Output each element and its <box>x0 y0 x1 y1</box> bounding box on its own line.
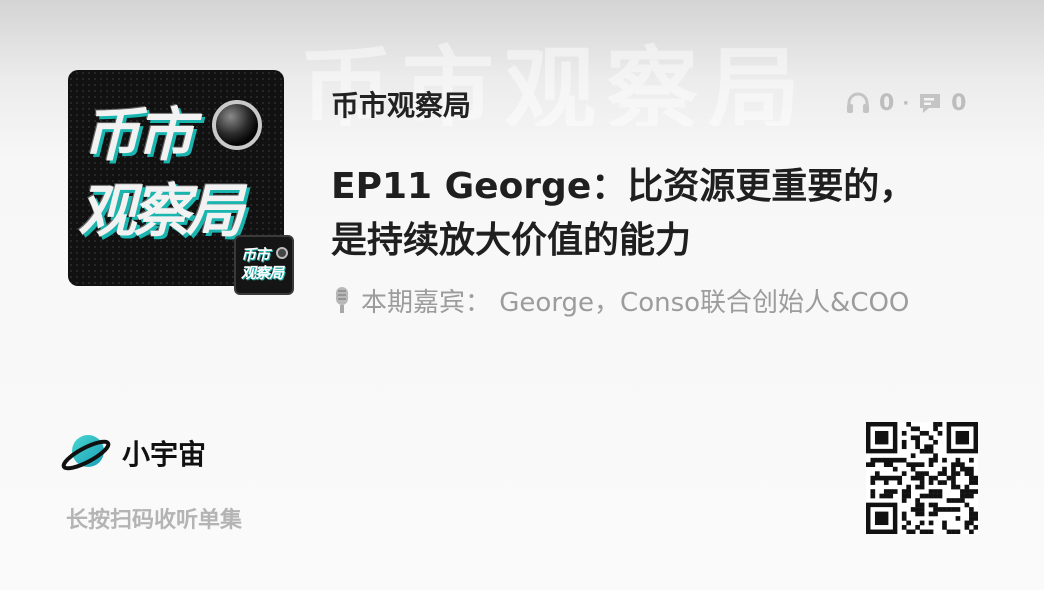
guest-info: 本期嘉宾： George，Conso联合创始人&COO <box>331 282 951 324</box>
cover-mini-badge: 币市 观察局 <box>234 235 294 295</box>
stats-separator: · <box>902 92 910 114</box>
episode-title[interactable]: EP11 George：比资源更重要的，是持续放大价值的能力 <box>331 160 931 268</box>
listen-count: 0 <box>879 90 895 116</box>
podcast-name[interactable]: 币市观察局 <box>331 84 471 124</box>
brand-logo: 小宇宙 <box>60 428 206 478</box>
badge-line-2: 观察局 <box>241 264 284 282</box>
brand-name: 小宇宙 <box>122 438 207 471</box>
cover-sphere-graphic <box>212 100 262 150</box>
share-card: 币市观察局 币市 观察局 币市 观察局 币市观察局 0 · 0 EP11 Geo… <box>0 0 1044 590</box>
badge-line-1: 币市 <box>241 246 270 264</box>
planet-logo-icon <box>60 427 112 479</box>
microphone-icon <box>331 285 353 315</box>
badge-sphere-graphic <box>276 247 288 259</box>
cover-title-line-2: 观察局 <box>78 177 244 245</box>
comment-count: 0 <box>951 90 967 116</box>
comment-icon <box>917 90 943 116</box>
guest-text: 本期嘉宾： George，Conso联合创始人&COO <box>361 288 910 318</box>
scan-hint: 长按扫码收听单集 <box>66 508 243 533</box>
headphones-icon <box>845 90 871 116</box>
episode-stats: 0 · 0 <box>845 88 985 118</box>
cover-title-line-1: 币市 <box>82 101 194 169</box>
qr-code[interactable] <box>866 422 979 535</box>
